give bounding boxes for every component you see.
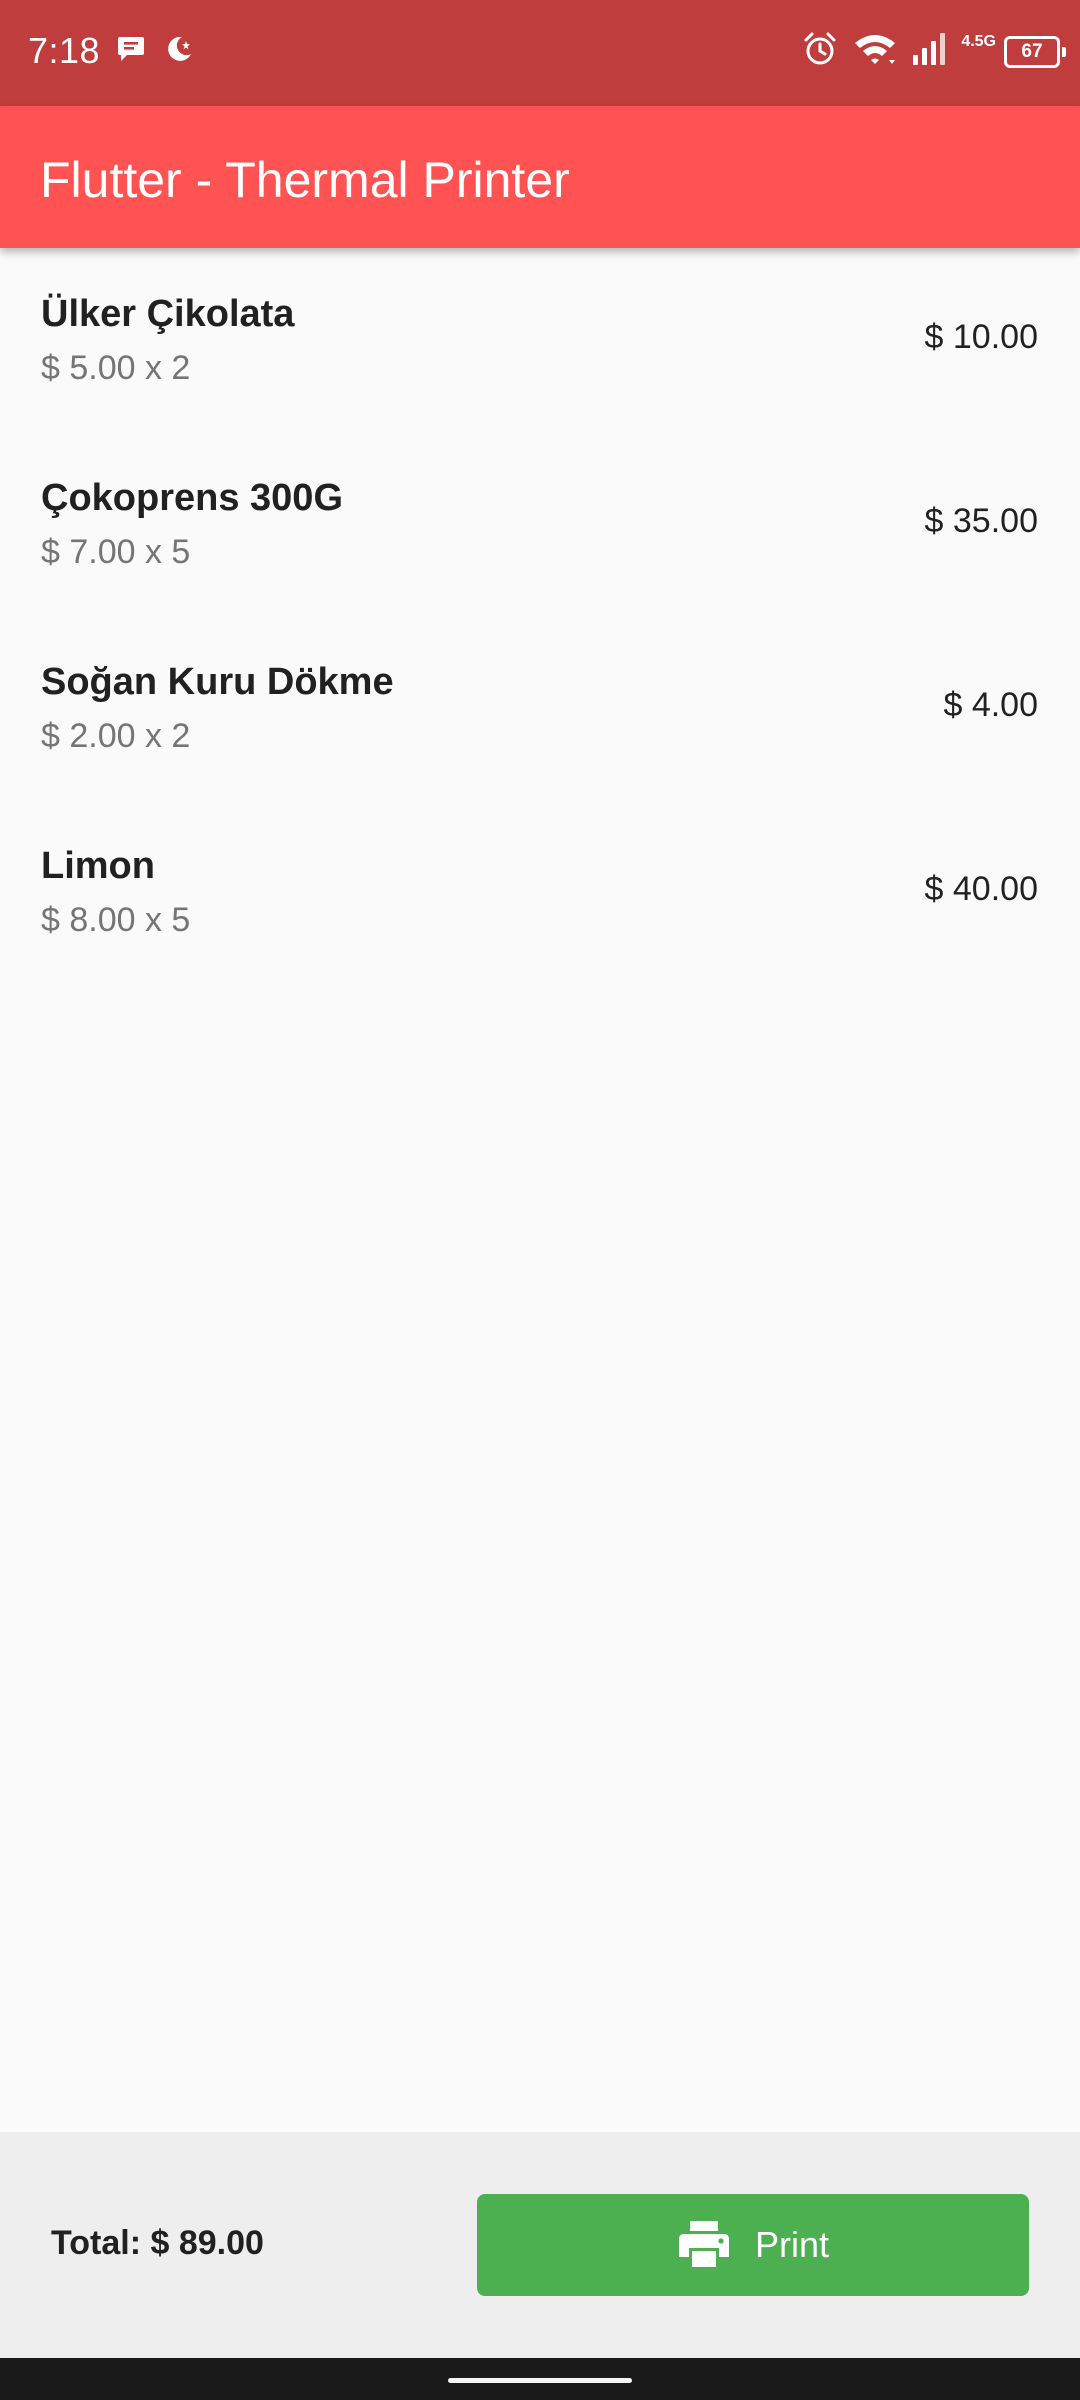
item-name: Ülker Çikolata (41, 293, 295, 335)
item-unit-price-quantity: $ 8.00 x 5 (41, 901, 191, 939)
bottom-bar: Total: $ 89.00 Print (0, 2132, 1080, 2358)
list-item[interactable]: Çokoprens 300G $ 7.00 x 5 $ 35.00 (0, 432, 1080, 616)
item-unit-price-quantity: $ 7.00 x 5 (41, 533, 191, 571)
battery-icon: 67 (1004, 35, 1066, 68)
print-button[interactable]: Print (477, 2194, 1029, 2296)
status-bar: 7:18 4.5G 67 (0, 0, 1080, 106)
network-type: 4.5G (961, 32, 996, 50)
list-item[interactable]: Soğan Kuru Dökme $ 2.00 x 2 $ 4.00 (0, 616, 1080, 800)
item-list: Ülker Çikolata $ 5.00 x 2 $ 10.00 Çokopr… (0, 248, 1080, 984)
item-name: Soğan Kuru Dökme (41, 661, 394, 703)
signal-icon (911, 31, 947, 72)
message-icon (116, 34, 146, 69)
system-nav-bar (0, 2358, 1080, 2400)
page-title: Flutter - Thermal Printer (40, 152, 570, 208)
home-indicator[interactable] (448, 2378, 632, 2383)
item-unit-price-quantity: $ 5.00 x 2 (41, 349, 191, 387)
item-unit-price-quantity: $ 2.00 x 2 (41, 717, 191, 755)
list-item[interactable]: Ülker Çikolata $ 5.00 x 2 $ 10.00 (0, 248, 1080, 432)
status-right-icons: 4.5G 67 (801, 30, 1066, 73)
item-total: $ 35.00 (924, 502, 1038, 540)
item-name: Çokoprens 300G (41, 477, 343, 519)
alarm-icon (801, 30, 839, 73)
wifi-icon (853, 31, 897, 72)
item-total: $ 4.00 (943, 686, 1038, 724)
status-time: 7:18 (28, 30, 101, 71)
item-total: $ 10.00 (924, 318, 1038, 356)
item-name: Limon (41, 845, 155, 887)
status-left-icons (116, 34, 194, 69)
item-total: $ 40.00 (924, 870, 1038, 908)
list-item[interactable]: Limon $ 8.00 x 5 $ 40.00 (0, 800, 1080, 984)
printer-icon (677, 2219, 731, 2272)
app-bar: Flutter - Thermal Printer (0, 106, 1080, 248)
moon-icon (164, 34, 194, 69)
order-total: Total: $ 89.00 (51, 2224, 264, 2262)
print-button-label: Print (754, 2224, 830, 2265)
